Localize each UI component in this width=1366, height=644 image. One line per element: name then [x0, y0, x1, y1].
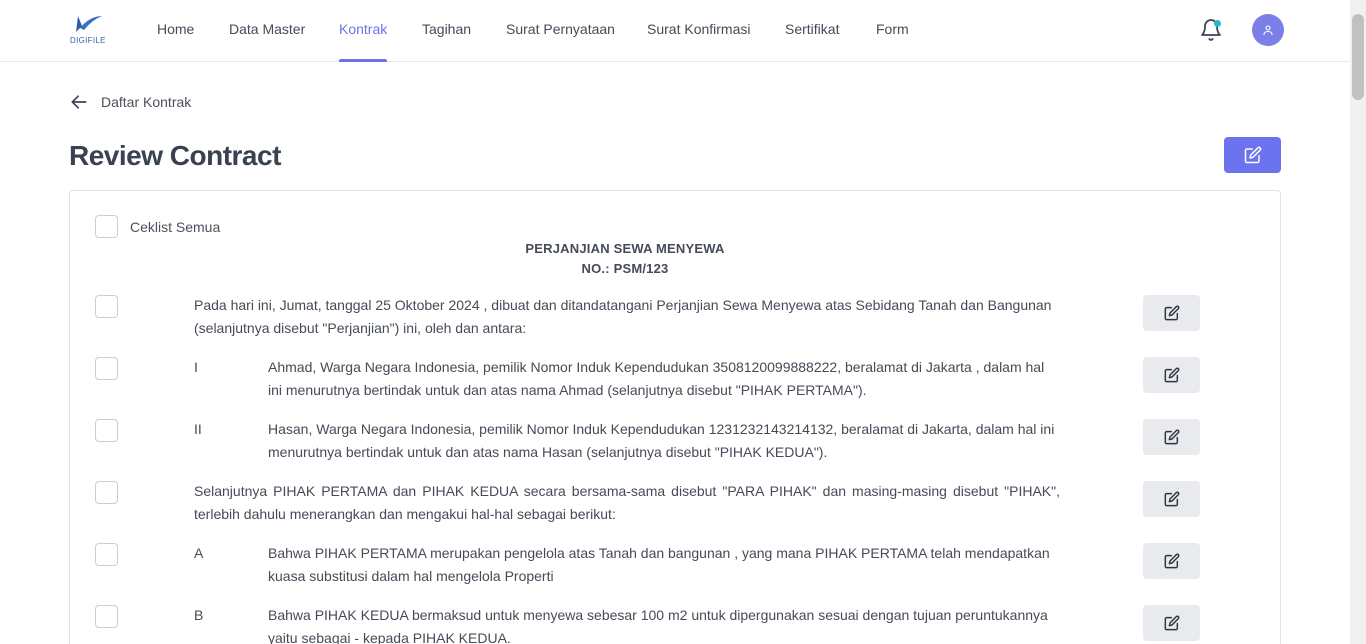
clause-marker: II — [194, 421, 202, 437]
edit-icon — [1164, 491, 1179, 507]
arrow-left-icon — [71, 95, 87, 109]
edit-clause-button[interactable] — [1143, 605, 1200, 641]
edit-icon — [1164, 615, 1179, 631]
check-all-label: Ceklist Semua — [130, 219, 221, 235]
clause-checkbox[interactable] — [95, 295, 118, 318]
edit-contract-button[interactable] — [1224, 137, 1281, 173]
edit-icon — [1244, 146, 1261, 164]
digifile-logo[interactable]: DIGIFILE — [68, 12, 108, 48]
nav-surat-pernyataan-label: Surat Pernyataan — [506, 21, 615, 37]
logo-text: DIGIFILE — [70, 36, 106, 45]
nav-form[interactable]: Form — [876, 0, 909, 62]
clause-marker: A — [194, 545, 204, 561]
clause-checkbox[interactable] — [95, 605, 118, 628]
contract-title: PERJANJIAN SEWA MENYEWA — [525, 241, 725, 256]
nav-surat-pernyataan[interactable]: Surat Pernyataan — [506, 0, 615, 62]
clause-marker: I — [194, 359, 198, 375]
clause-marker: B — [194, 607, 204, 623]
edit-icon — [1164, 553, 1179, 569]
clause-checkbox[interactable] — [95, 357, 118, 380]
clause-text: Ahmad, Warga Negara Indonesia, pemilik N… — [268, 359, 1045, 398]
back-to-contract-list[interactable]: Daftar Kontrak — [69, 92, 191, 112]
clause-text: Hasan, Warga Negara Indonesia, pemilik N… — [268, 421, 1055, 460]
top-navbar: DIGIFILE Home Data Master Kontrak Tagiha… — [0, 0, 1350, 62]
edit-icon — [1164, 367, 1179, 383]
clause-text: Bahwa PIHAK KEDUA bermaksud untuk menyew… — [268, 607, 1048, 644]
nav-home-label: Home — [157, 21, 195, 37]
nav-kontrak[interactable]: Kontrak — [339, 0, 388, 62]
clause-text: Pada hari ini, Jumat, tanggal 25 Oktober… — [194, 297, 1052, 336]
nav-tagihan[interactable]: Tagihan — [422, 0, 471, 62]
logo-mark-icon — [76, 16, 102, 32]
edit-icon — [1164, 429, 1179, 445]
active-tab-indicator — [339, 59, 388, 62]
page-title: Review Contract — [69, 140, 281, 171]
scrollbar-thumb[interactable] — [1352, 14, 1364, 100]
clause-checkbox[interactable] — [95, 543, 118, 566]
nav-data-master[interactable]: Data Master — [229, 0, 305, 62]
edit-clause-button[interactable] — [1143, 295, 1200, 331]
user-avatar[interactable] — [1252, 14, 1284, 46]
notification-dot — [1214, 20, 1221, 27]
nav-form-label: Form — [876, 21, 909, 37]
edit-clause-button[interactable] — [1143, 357, 1200, 393]
user-icon — [1263, 25, 1273, 36]
back-label: Daftar Kontrak — [101, 94, 192, 110]
nav-sertifikat-label: Sertifikat — [785, 21, 840, 37]
edit-icon — [1164, 305, 1179, 321]
nav-tagihan-label: Tagihan — [422, 21, 472, 37]
nav-data-master-label: Data Master — [229, 21, 306, 37]
nav-kontrak-label: Kontrak — [339, 21, 388, 37]
contract-review-card: Ceklist Semua PERJANJIAN SEWA MENYEWA NO… — [69, 190, 1281, 644]
nav-surat-konfirmasi[interactable]: Surat Konfirmasi — [647, 0, 750, 62]
clause-checkbox[interactable] — [95, 481, 118, 504]
clause-text: Selanjutnya PIHAK PERTAMA dan PIHAK KEDU… — [194, 483, 1060, 522]
contract-number: NO.: PSM/123 — [581, 261, 669, 276]
nav-sertifikat[interactable]: Sertifikat — [785, 0, 839, 62]
nav-surat-konfirmasi-label: Surat Konfirmasi — [647, 21, 751, 37]
clause-checkbox[interactable] — [95, 419, 118, 442]
check-all-checkbox[interactable] — [95, 215, 118, 238]
page-scrollbar[interactable] — [1350, 0, 1366, 644]
clause-text: Bahwa PIHAK PERTAMA merupakan pengelola … — [268, 545, 1050, 584]
edit-clause-button[interactable] — [1143, 481, 1200, 517]
edit-clause-button[interactable] — [1143, 543, 1200, 579]
nav-home[interactable]: Home — [157, 0, 194, 62]
edit-clause-button[interactable] — [1143, 419, 1200, 455]
